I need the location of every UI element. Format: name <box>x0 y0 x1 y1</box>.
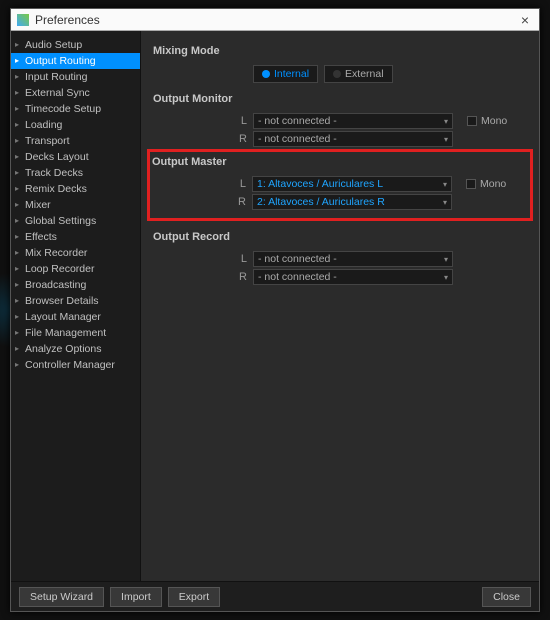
output-monitor-r-dropdown[interactable]: - not connected - ▾ <box>253 131 453 147</box>
preferences-window: Preferences × Audio SetupOutput RoutingI… <box>10 8 540 612</box>
chevron-down-icon: ▾ <box>444 255 448 264</box>
output-master-l-row: L 1: Altavoces / Auriculares L ▾ Mono <box>232 176 528 192</box>
output-record-r-dropdown[interactable]: - not connected - ▾ <box>253 269 453 285</box>
sidebar-item-file-management[interactable]: File Management <box>11 325 140 341</box>
export-button[interactable]: Export <box>168 587 220 607</box>
content-pane: Mixing Mode Internal External Output Moni… <box>141 31 539 581</box>
channel-label-r: R <box>233 133 247 145</box>
checkbox-icon <box>467 116 477 126</box>
sidebar-item-browser-details[interactable]: Browser Details <box>11 293 140 309</box>
sidebar-item-external-sync[interactable]: External Sync <box>11 85 140 101</box>
sidebar: Audio SetupOutput RoutingInput RoutingEx… <box>11 31 141 581</box>
output-master-title: Output Master <box>152 156 528 168</box>
sidebar-item-loading[interactable]: Loading <box>11 117 140 133</box>
close-icon[interactable]: × <box>517 12 533 28</box>
sidebar-item-global-settings[interactable]: Global Settings <box>11 213 140 229</box>
sidebar-item-mix-recorder[interactable]: Mix Recorder <box>11 245 140 261</box>
output-record-l-row: L - not connected - ▾ <box>233 251 527 267</box>
chevron-down-icon: ▾ <box>444 135 448 144</box>
sidebar-item-broadcasting[interactable]: Broadcasting <box>11 277 140 293</box>
radio-dot-icon <box>262 70 270 78</box>
sidebar-item-transport[interactable]: Transport <box>11 133 140 149</box>
sidebar-item-layout-manager[interactable]: Layout Manager <box>11 309 140 325</box>
sidebar-item-track-decks[interactable]: Track Decks <box>11 165 140 181</box>
sidebar-item-loop-recorder[interactable]: Loop Recorder <box>11 261 140 277</box>
chevron-down-icon: ▾ <box>444 117 448 126</box>
window-title: Preferences <box>35 13 100 27</box>
output-master-r-dropdown[interactable]: 2: Altavoces / Auriculares R ▾ <box>252 194 452 210</box>
radio-dot-icon <box>333 70 341 78</box>
checkbox-icon <box>466 179 476 189</box>
mixing-mode-external[interactable]: External <box>324 65 393 83</box>
sidebar-item-mixer[interactable]: Mixer <box>11 197 140 213</box>
sidebar-item-output-routing[interactable]: Output Routing <box>11 53 140 69</box>
footer: Setup Wizard Import Export Close <box>11 581 539 611</box>
output-monitor-l-row: L - not connected - ▾ Mono <box>233 113 527 129</box>
channel-label-l: L <box>233 253 247 265</box>
output-monitor-l-dropdown[interactable]: - not connected - ▾ <box>253 113 453 129</box>
mixing-mode-internal[interactable]: Internal <box>253 65 318 83</box>
sidebar-item-analyze-options[interactable]: Analyze Options <box>11 341 140 357</box>
chevron-down-icon: ▾ <box>443 198 447 207</box>
output-master-l-dropdown[interactable]: 1: Altavoces / Auriculares L ▾ <box>252 176 452 192</box>
sidebar-item-decks-layout[interactable]: Decks Layout <box>11 149 140 165</box>
setup-wizard-button[interactable]: Setup Wizard <box>19 587 104 607</box>
close-button[interactable]: Close <box>482 587 531 607</box>
output-master-mono[interactable]: Mono <box>466 178 506 190</box>
sidebar-item-audio-setup[interactable]: Audio Setup <box>11 37 140 53</box>
titlebar: Preferences × <box>11 9 539 31</box>
output-master-highlight: Output Master L 1: Altavoces / Auricular… <box>147 149 533 221</box>
import-button[interactable]: Import <box>110 587 162 607</box>
chevron-down-icon: ▾ <box>443 180 447 189</box>
mixing-mode-row: Internal External <box>253 65 527 83</box>
channel-label-r: R <box>233 271 247 283</box>
output-monitor-title: Output Monitor <box>153 93 527 105</box>
channel-label-r: R <box>232 196 246 208</box>
output-master-r-row: R 2: Altavoces / Auriculares R ▾ <box>232 194 528 210</box>
output-record-r-row: R - not connected - ▾ <box>233 269 527 285</box>
sidebar-item-effects[interactable]: Effects <box>11 229 140 245</box>
sidebar-item-controller-manager[interactable]: Controller Manager <box>11 357 140 373</box>
chevron-down-icon: ▾ <box>444 273 448 282</box>
channel-label-l: L <box>233 115 247 127</box>
sidebar-item-input-routing[interactable]: Input Routing <box>11 69 140 85</box>
output-monitor-mono[interactable]: Mono <box>467 115 507 127</box>
output-record-title: Output Record <box>153 231 527 243</box>
app-icon <box>17 14 29 26</box>
output-monitor-r-row: R - not connected - ▾ <box>233 131 527 147</box>
output-record-l-dropdown[interactable]: - not connected - ▾ <box>253 251 453 267</box>
sidebar-item-timecode-setup[interactable]: Timecode Setup <box>11 101 140 117</box>
channel-label-l: L <box>232 178 246 190</box>
mixing-mode-title: Mixing Mode <box>153 45 527 57</box>
sidebar-item-remix-decks[interactable]: Remix Decks <box>11 181 140 197</box>
